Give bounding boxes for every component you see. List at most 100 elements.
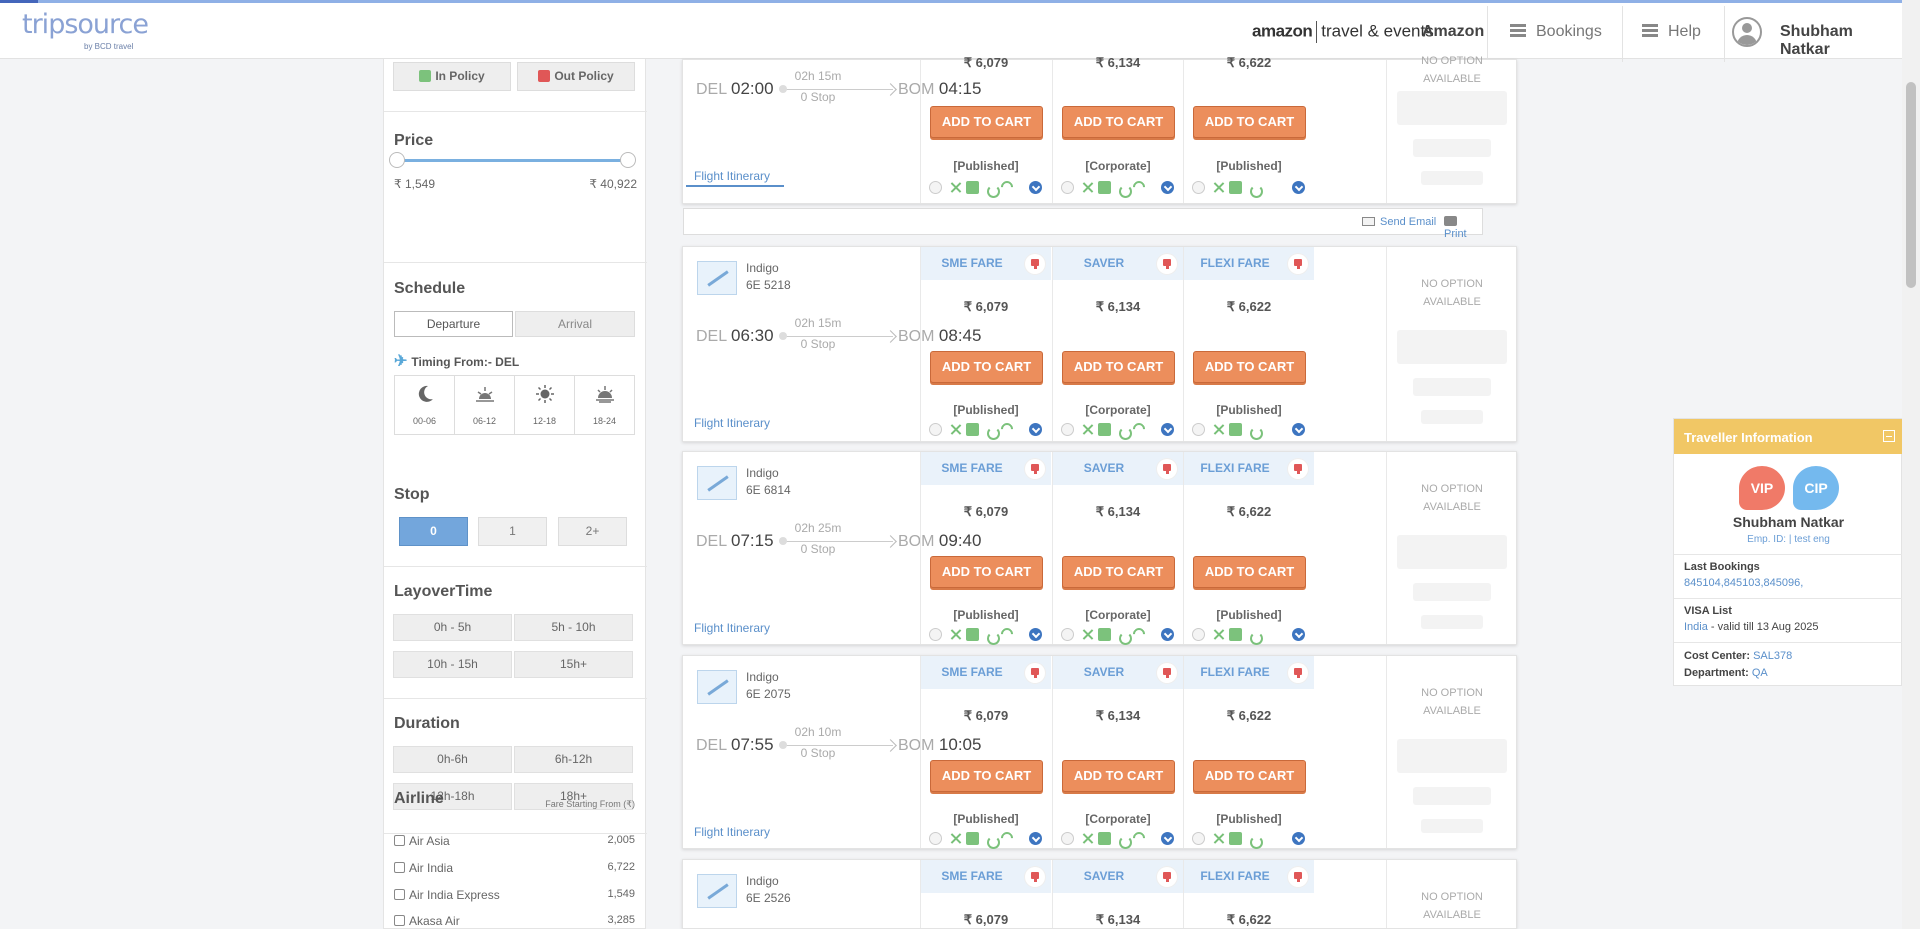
expand-details-icon[interactable] [1029, 628, 1042, 641]
stop-count: 0 Stop [800, 90, 836, 104]
in-policy-button[interactable]: In Policy [393, 62, 511, 91]
fare-name: FLEXI FARE [1200, 256, 1270, 270]
airline-filter-item[interactable]: Air India 6,722 [394, 861, 635, 879]
price-slider-track[interactable] [394, 159, 623, 162]
visa-country[interactable]: India [1684, 621, 1708, 633]
airline-filter-item[interactable]: Air Asia 2,005 [394, 834, 635, 852]
add-to-cart-button[interactable]: ADD TO CART [1193, 351, 1306, 383]
fare-amenities [1192, 831, 1310, 849]
expand-details-icon[interactable] [1029, 423, 1042, 436]
add-to-cart-button[interactable]: ADD TO CART [1062, 760, 1175, 792]
wheelchair-icon [984, 181, 1000, 198]
fare-option: SME FARE ₹ 6,079 ADD TO CART [Published] [920, 247, 1051, 441]
slot-06-12[interactable]: 06-12 [455, 376, 515, 434]
bookings-menu[interactable]: Bookings [1510, 23, 1602, 41]
airline-checkbox[interactable] [394, 835, 405, 846]
meal-icon [1081, 181, 1094, 194]
departure-tab[interactable]: Departure [394, 311, 513, 337]
slot-12-18[interactable]: 12-18 [515, 376, 575, 434]
fare-header: SME FARE [921, 247, 1051, 280]
flight-itinerary-link[interactable]: Flight Itinerary [694, 825, 770, 839]
meal-icon [1212, 832, 1225, 845]
expand-details-icon[interactable] [1161, 181, 1174, 194]
expand-details-icon[interactable] [1161, 423, 1174, 436]
fare-type: [Published] [953, 812, 1019, 826]
fare-price: ₹ 6,622 [1226, 912, 1272, 927]
out-of-policy-icon [1025, 459, 1045, 479]
scrollbar-thumb[interactable] [1906, 82, 1916, 288]
fare-amenities [929, 625, 1047, 645]
tripsource-logo[interactable]: tripsource by BCD travel [22, 9, 149, 51]
fare-amenities [1061, 420, 1179, 440]
stop-1-button[interactable]: 1 [478, 517, 547, 546]
out-of-policy-icon [1288, 254, 1308, 274]
wheelchair-icon [1116, 832, 1132, 849]
stop-2plus-button[interactable]: 2+ [558, 517, 627, 546]
help-menu[interactable]: Help [1642, 23, 1701, 41]
cost-center-label: Cost Center [1684, 650, 1747, 662]
airline-filter-item[interactable]: Akasa Air 3,285 [394, 914, 635, 929]
layover-5-10-button[interactable]: 5h - 10h [514, 614, 633, 641]
price-min-handle[interactable] [389, 152, 405, 168]
print-link[interactable]: Print [1444, 216, 1482, 240]
expand-details-icon[interactable] [1029, 832, 1042, 845]
add-to-cart-button[interactable]: ADD TO CART [1062, 351, 1175, 383]
airline-checkbox[interactable] [394, 915, 405, 926]
duration-0-6-button[interactable]: 0h-6h [393, 746, 512, 773]
send-email-link[interactable]: Send Email [1362, 216, 1436, 228]
price-max-handle[interactable] [620, 152, 636, 168]
add-to-cart-button[interactable]: ADD TO CART [930, 106, 1043, 138]
cip-badge: CIP [1793, 466, 1839, 510]
stop-0-button[interactable]: 0 [399, 517, 468, 546]
airline-checkbox[interactable] [394, 889, 405, 900]
flight-itinerary-link[interactable]: Flight Itinerary [694, 169, 770, 183]
expand-details-icon[interactable] [1292, 181, 1305, 194]
add-to-cart-button[interactable]: ADD TO CART [1062, 556, 1175, 588]
fare-header: FLEXI FARE [1184, 452, 1314, 485]
add-to-cart-button[interactable]: ADD TO CART [1193, 106, 1306, 138]
arrival-tab[interactable]: Arrival [515, 311, 635, 337]
airline-checkbox[interactable] [394, 862, 405, 873]
fare-amenities [1061, 178, 1179, 198]
duration-title: Duration [394, 715, 460, 732]
layover-0-5-button[interactable]: 0h - 5h [393, 614, 512, 641]
flight-number: 6E 5218 [746, 278, 791, 292]
no-option-text: NO OPTION AVAILABLE [1387, 480, 1517, 516]
last-bookings-row: Last Bookings 845104,845103,845096, [1674, 554, 1903, 598]
out-policy-button[interactable]: Out Policy [517, 62, 635, 91]
flight-itinerary-link[interactable]: Flight Itinerary [694, 621, 770, 635]
collapse-icon[interactable] [1883, 430, 1895, 442]
airline-filter-item[interactable]: Air India Express 1,549 [394, 888, 635, 906]
no-option-line2: AVAILABLE [1423, 705, 1481, 717]
expand-details-icon[interactable] [1161, 628, 1174, 641]
baggage-icon [966, 423, 979, 436]
vip-badge: VIP [1739, 466, 1785, 510]
layover-10-15-button[interactable]: 10h - 15h [393, 651, 512, 678]
out-of-policy-icon [1025, 867, 1045, 887]
add-to-cart-button[interactable]: ADD TO CART [1062, 106, 1175, 138]
placeholder-block [1421, 819, 1483, 833]
expand-details-icon[interactable] [1161, 832, 1174, 845]
expand-details-icon[interactable] [1292, 832, 1305, 845]
expand-details-icon[interactable] [1292, 423, 1305, 436]
add-to-cart-button[interactable]: ADD TO CART [930, 556, 1043, 588]
expand-details-icon[interactable] [1029, 181, 1042, 194]
add-to-cart-button[interactable]: ADD TO CART [930, 351, 1043, 383]
flight-itinerary-link[interactable]: Flight Itinerary [694, 416, 770, 430]
slot-18-24[interactable]: 18-24 [575, 376, 634, 434]
plane-icon: ✈ [394, 353, 408, 370]
expand-details-icon[interactable] [1292, 628, 1305, 641]
layover-15plus-button[interactable]: 15h+ [514, 651, 633, 678]
moon-icon [418, 385, 433, 402]
baggage-icon [1229, 628, 1242, 641]
last-bookings-links[interactable]: 845104,845103,845096, [1684, 577, 1803, 589]
slot-00-06[interactable]: 00-06 [395, 376, 455, 434]
user-name[interactable]: Shubham Natkar [1780, 23, 1902, 59]
duration-6-12-button[interactable]: 6h-12h [514, 746, 633, 773]
user-avatar-icon[interactable] [1732, 17, 1762, 47]
no-option-line1: NO OPTION [1421, 687, 1483, 699]
app-header: tripsource by BCD travel amazon travel & … [0, 3, 1902, 62]
add-to-cart-button[interactable]: ADD TO CART [1193, 760, 1306, 792]
add-to-cart-button[interactable]: ADD TO CART [1193, 556, 1306, 588]
add-to-cart-button[interactable]: ADD TO CART [930, 760, 1043, 792]
